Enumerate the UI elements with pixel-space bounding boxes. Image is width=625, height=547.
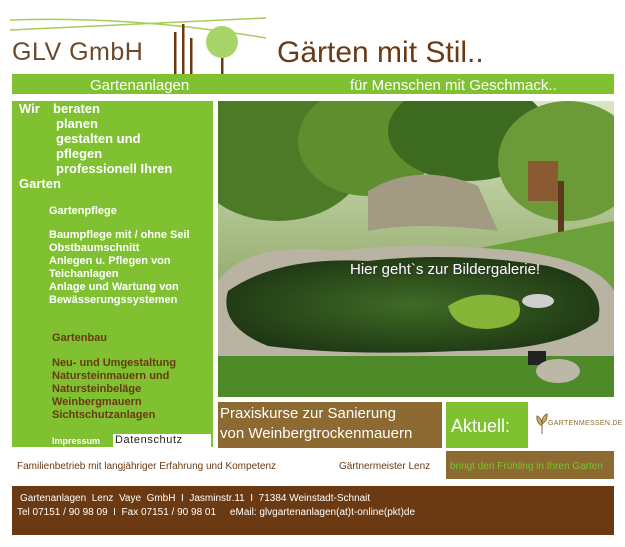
section-title-gartenbau[interactable]: Gartenbau — [52, 332, 107, 345]
kurse-line2: von Weinbergtrockenmauern — [220, 425, 413, 442]
family-text: Familienbetrieb mit langjähriger Erfahru… — [17, 461, 277, 472]
gartenmessen-text: GARTENMESSEN.DE — [548, 420, 623, 427]
service-item: Teichanlagen — [49, 268, 119, 280]
kurse-text: Praxiskurse zur Sanierung von Weinbergtr… — [220, 404, 412, 444]
service-item: Bewässerungssystemen — [49, 294, 178, 306]
service-item: Neu- und Umgestaltung — [52, 357, 177, 369]
service-item: Natursteinmauern und — [52, 370, 170, 382]
subtitle-right: für Menschen mit Geschmack.. — [350, 77, 557, 94]
intro-line: professionell Ihren — [56, 161, 173, 176]
intro-line: gestalten und — [56, 131, 141, 146]
fruehling-text: bringt den Frühling in Ihren Garten — [450, 461, 603, 472]
service-item: Weinbergmauern — [52, 396, 142, 408]
service-item: Anlegen u. Pflegen von — [49, 255, 171, 267]
service-item: Baumpflege mit / ohne Seil — [49, 229, 190, 241]
garden-photo[interactable] — [218, 101, 614, 397]
kurse-line1: Praxiskurse zur Sanierung — [220, 405, 396, 422]
intro-line: beraten — [53, 101, 100, 116]
section-title-gartenpflege[interactable]: Gartenpflege — [49, 205, 117, 218]
subtitle-left: Gartenanlagen — [90, 77, 190, 94]
impressum-link[interactable]: Impressum — [52, 436, 100, 446]
service-item: Natursteinbeläge — [52, 383, 142, 395]
page-headline: Gärten mit Stil.. — [277, 36, 484, 69]
aktuell-label: Aktuell: — [451, 416, 511, 436]
datenschutz-link[interactable]: Datenschutz — [115, 434, 183, 446]
logo-text: GLV GmbH — [12, 38, 144, 66]
service-item: Obstbaumschnitt — [49, 242, 140, 254]
gallery-link[interactable]: Hier geht`s zur Bildergalerie! — [350, 261, 540, 278]
address-line1: Gartenanlagen Lenz Vaye GmbH I Jasminstr… — [20, 493, 371, 504]
meister-text: Gärtnermeister Lenz — [339, 461, 431, 472]
service-item: Anlage und Wartung von — [49, 281, 179, 293]
address-line2: Tel 07151 / 90 98 09 I Fax 07151 / 90 98… — [17, 507, 416, 518]
intro-line: pflegen — [56, 146, 103, 161]
intro-line: planen — [56, 116, 98, 131]
service-item: Sichtschutzanlagen — [52, 409, 156, 421]
intro-line: Garten — [19, 176, 61, 191]
intro-line: Wir — [19, 101, 40, 116]
